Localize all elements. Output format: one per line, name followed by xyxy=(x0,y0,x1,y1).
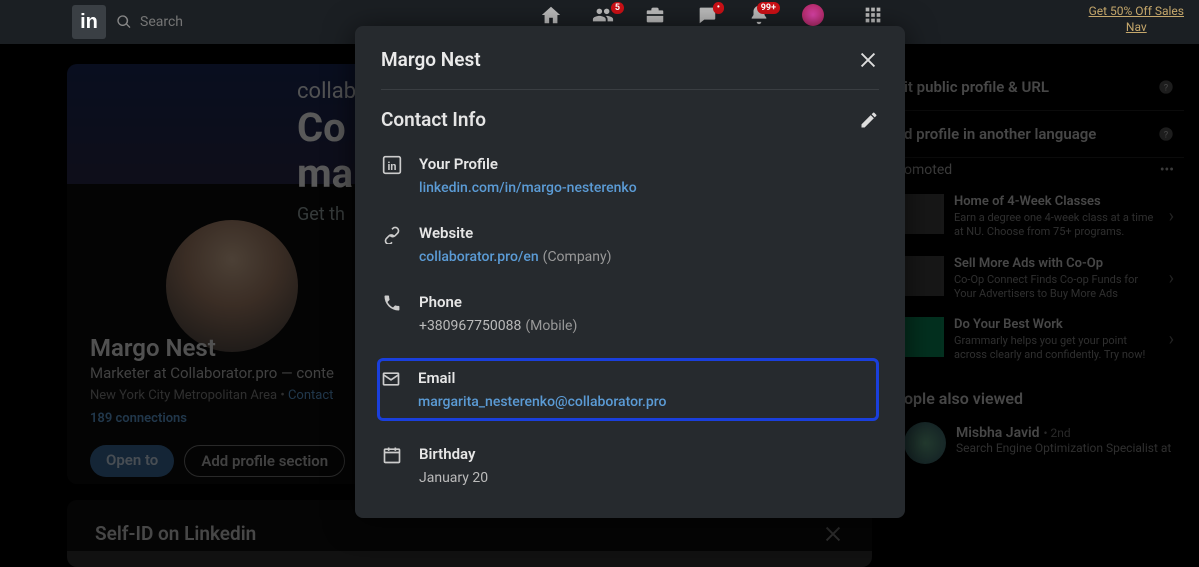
edit-icon[interactable] xyxy=(859,110,879,130)
network-badge: 5 xyxy=(611,2,624,14)
nav-home[interactable] xyxy=(540,4,562,26)
avatar-icon xyxy=(802,4,824,26)
info-label: Birthday xyxy=(419,445,488,463)
msg-badge: • xyxy=(713,2,724,14)
website-item: Website collaborator.pro/en(Company) xyxy=(381,220,879,269)
phone-number: +380967750088 xyxy=(419,318,521,334)
info-label: Email xyxy=(418,369,667,387)
phone-icon xyxy=(382,293,402,313)
email-icon xyxy=(381,369,401,389)
info-label: Your Profile xyxy=(419,155,637,173)
contact-info-modal: Margo Nest Contact Info in Your Profile … xyxy=(355,26,905,518)
phone-type: (Mobile) xyxy=(525,318,577,334)
close-icon[interactable] xyxy=(857,49,879,71)
search-input[interactable] xyxy=(140,14,340,30)
link-icon xyxy=(382,224,402,244)
birthday-value: January 20 xyxy=(419,470,488,486)
phone-item: Phone +380967750088(Mobile) xyxy=(381,289,879,338)
profile-url-link[interactable]: linkedin.com/in/margo-nesterenko xyxy=(419,180,637,196)
modal-title: Margo Nest xyxy=(381,48,481,71)
nav-jobs[interactable] xyxy=(644,4,666,26)
linkedin-icon: in xyxy=(382,155,402,175)
your-profile-item: in Your Profile linkedin.com/in/margo-ne… xyxy=(381,151,879,200)
grid-icon xyxy=(862,4,884,26)
linkedin-logo[interactable]: in xyxy=(72,5,106,39)
svg-text:in: in xyxy=(388,160,397,173)
email-item: Email margarita_nesterenko@collaborator.… xyxy=(377,358,879,421)
info-label: Website xyxy=(419,224,612,242)
contact-info-heading: Contact Info xyxy=(381,108,486,131)
home-icon xyxy=(540,4,562,26)
sales-nav-promo[interactable]: Get 50% Off SalesNav xyxy=(1089,4,1184,35)
notif-badge: 99+ xyxy=(757,2,780,14)
birthday-item: Birthday January 20 xyxy=(381,441,879,490)
email-link[interactable]: margarita_nesterenko@collaborator.pro xyxy=(418,394,667,410)
briefcase-icon xyxy=(644,4,666,26)
search-icon xyxy=(116,14,132,30)
website-link[interactable]: collaborator.pro/en xyxy=(419,249,539,265)
nav-messaging[interactable]: • xyxy=(696,4,718,26)
search-box[interactable] xyxy=(116,14,340,30)
nav-network[interactable]: 5 xyxy=(592,4,614,26)
info-label: Phone xyxy=(419,293,577,311)
calendar-icon xyxy=(382,445,402,465)
website-type: (Company) xyxy=(543,249,612,265)
